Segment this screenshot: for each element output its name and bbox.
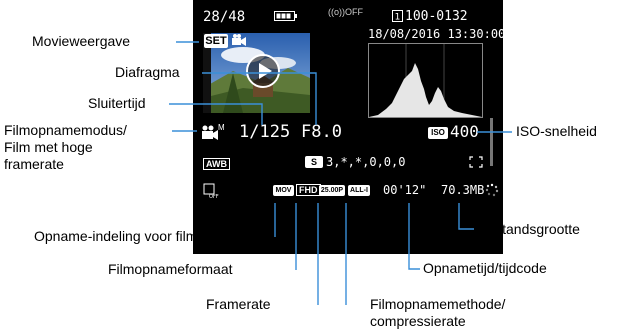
leader-diafragma [202, 72, 317, 125]
leader-bestandsgrootte [458, 203, 474, 230]
label-opname-indeling: Opname-indeling voor films [34, 228, 205, 244]
label-filmopnamemodus-line1: Filmopnamemodus/ [4, 122, 127, 138]
label-bestandsgrootte: Bestandsgrootte [478, 221, 580, 237]
label-filmopnameformaat: Filmopnameformaat [108, 261, 233, 277]
label-sluitertijd: Sluitertijd [88, 95, 146, 111]
label-filmopnamemethode-line2: compressierate [370, 313, 466, 329]
label-filmopnamemethode-line1: Filmopnamemethode/ [370, 296, 506, 312]
label-framerate: Framerate [206, 296, 271, 312]
label-filmopnamemodus-line3: framerate [4, 156, 64, 172]
label-diafragma: Diafragma [115, 64, 180, 80]
label-opnametijd: Opnametijd/tijdcode [423, 260, 547, 276]
label-iso-snelheid: ISO-snelheid [516, 123, 597, 139]
label-movieweergave: Movieweergave [32, 33, 131, 49]
leader-sluitertijd [169, 103, 263, 125]
label-filmopnamemodus-line2: Film met hoge [4, 139, 93, 155]
leader-opnametijd [408, 203, 420, 270]
callout-leader-lines [169, 41, 512, 305]
